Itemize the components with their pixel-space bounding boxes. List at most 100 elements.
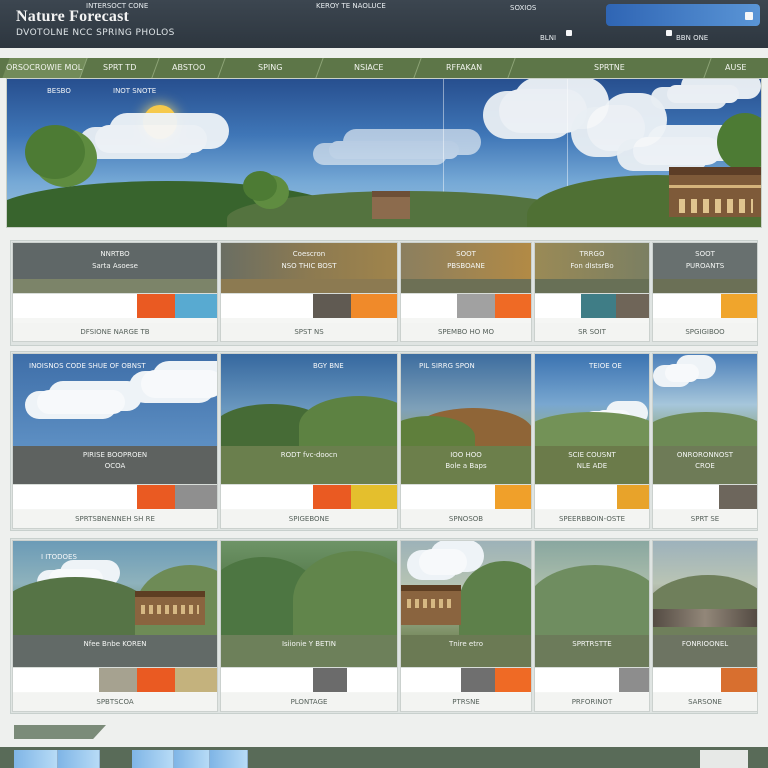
nav-item-sprtne[interactable]: SPRTNE xyxy=(508,58,712,78)
header-search-pill[interactable] xyxy=(606,4,760,26)
card-palette xyxy=(653,293,757,318)
color-swatch xyxy=(401,294,457,318)
card-palette xyxy=(221,484,397,509)
card-footer: SPGIGIBOO xyxy=(653,323,757,341)
card-image xyxy=(401,541,531,635)
card-label: RODT fvc-doocn xyxy=(221,446,397,484)
forecast-card-row2-1[interactable]: INOISNOS CODE SHUE OF OBNST PIRISE BOOPR… xyxy=(12,353,218,529)
forecast-card-row1-5[interactable]: SOOT PUROANTS SPGIGIBOO xyxy=(652,242,758,342)
forecast-card-row2-3[interactable]: PIL SIRRG SPON IOO HOO Bole a Baps SPNOS… xyxy=(400,353,532,529)
card-palette xyxy=(535,293,649,318)
nav-item-nsiace[interactable]: NSIACE xyxy=(316,58,422,78)
forecast-card-row3-4[interactable]: SPRTRSTTE PRFORINOT xyxy=(534,540,650,712)
color-swatch xyxy=(13,294,137,318)
color-swatch xyxy=(221,294,313,318)
card-footer: SPIGEBONE xyxy=(221,510,397,528)
bottom-thumb[interactable] xyxy=(132,750,174,768)
color-swatch xyxy=(221,485,313,509)
small-square-icon-2 xyxy=(666,30,672,36)
forecast-card-row2-2[interactable]: BGY BNE RODT fvc-doocn SPIGEBONE xyxy=(220,353,398,529)
color-swatch xyxy=(351,485,397,509)
tree-icon xyxy=(243,171,277,201)
header-mini-right-3: BBN ONE xyxy=(676,34,709,42)
color-swatch xyxy=(137,668,175,692)
small-square-icon xyxy=(566,30,572,36)
nav-item-sprt-td[interactable]: SPRT TD xyxy=(80,58,160,78)
color-swatch xyxy=(495,668,531,692)
forecast-card-row3-2[interactable]: Isiionie Y BETIN PLONTAGE xyxy=(220,540,398,712)
card-palette xyxy=(401,293,531,318)
nav-item-home[interactable]: ORSOCROWIE MOL FOBORE xyxy=(2,58,88,78)
card-footer: PLONTAGE xyxy=(221,693,397,711)
tree-icon xyxy=(717,113,761,171)
forecast-card-row1-1[interactable]: NNRTBO Sarta Asoese DFSIONE NARGE TB xyxy=(12,242,218,342)
nav-item-sping[interactable]: SPING xyxy=(218,58,324,78)
bottom-right-box[interactable] xyxy=(700,750,748,768)
color-swatch xyxy=(13,668,99,692)
card-footer: SPEERBBOIN-OSTE xyxy=(535,510,649,528)
color-swatch xyxy=(653,668,721,692)
card-label: SPRTRSTTE xyxy=(535,635,649,667)
card-footer: SPST NS xyxy=(221,323,397,341)
card-footer: SPNOSOB xyxy=(401,510,531,528)
card-image: BGY BNE xyxy=(221,354,397,446)
header-mini-right-2: BLNI xyxy=(540,34,557,42)
card-label: IOO HOO Bole a Baps xyxy=(401,446,531,484)
card-label: ONRORONNOST CROE xyxy=(653,446,757,484)
forecast-card-row3-3[interactable]: Tnire etro PTRSNE xyxy=(400,540,532,712)
card-footer: PTRSNE xyxy=(401,693,531,711)
forecast-card-row1-4[interactable]: TRRGO Fon dIstsrBo SR SOIT xyxy=(534,242,650,342)
forecast-card-row3-1[interactable]: I ITODOES Nfee Bnbe KOREN SPBTSCOA xyxy=(12,540,218,712)
color-swatch xyxy=(137,485,175,509)
color-swatch xyxy=(495,294,531,318)
forecast-card-row2-4[interactable]: TEIOE OE SCIE COUSNT NLE ADE SPEERBBOIN-… xyxy=(534,353,650,529)
card-image-title: INOISNOS CODE SHUE OF OBNST xyxy=(29,362,146,370)
forecast-card-row1-3[interactable]: SOOT PBSBOANE SPEMBO HO MO xyxy=(400,242,532,342)
hill-icon xyxy=(653,412,757,446)
color-swatch xyxy=(653,485,719,509)
app-title: Nature Forecast xyxy=(16,8,130,25)
color-swatch xyxy=(719,485,757,509)
hero-label-left: BESBO xyxy=(47,87,71,95)
card-palette xyxy=(535,484,649,509)
card-header: NNRTBO Sarta Asoese xyxy=(13,243,217,279)
color-swatch xyxy=(313,485,351,509)
color-swatch xyxy=(619,668,649,692)
cloud-icon xyxy=(499,89,587,133)
bottom-thumb[interactable] xyxy=(14,750,58,768)
cloud-icon xyxy=(419,549,467,575)
forecast-card-row3-5[interactable]: FONRIOONEL SARSONE xyxy=(652,540,758,712)
card-strip xyxy=(653,279,757,293)
card-palette xyxy=(535,667,649,692)
color-swatch xyxy=(721,668,757,692)
forecast-card-row2-5[interactable]: ONRORONNOST CROE SPRT SE xyxy=(652,353,758,529)
card-image: TEIOE OE xyxy=(535,354,649,446)
card-footer: SPBTSCOA xyxy=(13,693,217,711)
forecast-card-row1-2[interactable]: Coescron NSO THIC BOST SPST NS xyxy=(220,242,398,342)
bottom-thumb[interactable] xyxy=(174,750,210,768)
card-palette xyxy=(221,667,397,692)
card-label: SCIE COUSNT NLE ADE xyxy=(535,446,649,484)
color-swatch xyxy=(616,294,649,318)
bottom-thumb[interactable] xyxy=(58,750,100,768)
bottom-thumb[interactable] xyxy=(210,750,248,768)
color-swatch xyxy=(401,668,461,692)
card-image-title: BGY BNE xyxy=(313,362,344,370)
header-icon[interactable] xyxy=(745,12,753,20)
tree-icon xyxy=(25,125,85,179)
nav-item-abstoo[interactable]: ABSTOO xyxy=(152,58,226,78)
card-image-title: TEIOE OE xyxy=(589,362,622,370)
bottom-tab[interactable] xyxy=(14,725,106,739)
hill-icon xyxy=(299,396,397,446)
app-root: INTERSOCT CONE KEROY TE NAOLUCE SOXIOS B… xyxy=(0,0,768,768)
nav-item-ause[interactable]: AUSE xyxy=(704,58,767,78)
cloud-icon xyxy=(329,141,459,159)
hero-label-mid: INOT SNOTE xyxy=(113,87,157,95)
color-swatch xyxy=(535,668,619,692)
card-footer: PRFORINOT xyxy=(535,693,649,711)
header-mini-center: KEROY TE NAOLUCE xyxy=(316,2,386,10)
color-swatch xyxy=(221,668,313,692)
nav-item-rffakan[interactable]: RFFAKAN xyxy=(414,58,516,78)
building-icon xyxy=(135,591,205,625)
cloud-icon xyxy=(95,125,207,153)
